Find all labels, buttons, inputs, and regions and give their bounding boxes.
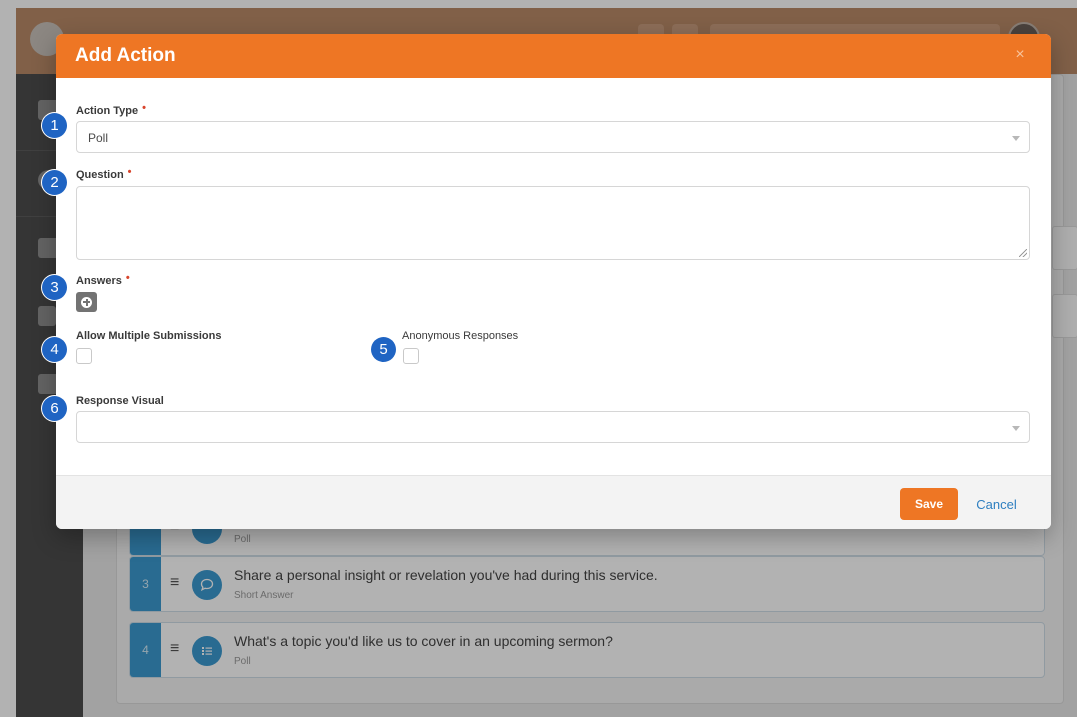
- add-action-dialog: Add Action × Action Type • Poll Question •…: [56, 34, 1051, 529]
- required-indicator: •: [125, 272, 130, 284]
- plus-circle-icon: [81, 296, 92, 308]
- allow-multiple-submissions-checkbox[interactable]: [76, 348, 92, 364]
- close-icon[interactable]: ×: [1011, 45, 1029, 65]
- screen: ▾ ≡ Poll 3 ≡ Share a personal insight o: [0, 0, 1077, 717]
- required-indicator: •: [142, 102, 146, 114]
- callout-badge: 1: [42, 113, 67, 138]
- label-text: Answers: [76, 275, 122, 287]
- response-visual-label: Response Visual: [76, 395, 164, 407]
- question-label: Question •: [76, 166, 132, 181]
- callout-badge: 2: [42, 170, 67, 195]
- response-visual-select[interactable]: [76, 411, 1030, 443]
- callout-badge: 3: [42, 275, 67, 300]
- anonymous-responses-label: Anonymous Responses: [402, 330, 519, 342]
- anonymous-responses-checkbox[interactable]: [403, 348, 419, 364]
- add-answer-button[interactable]: [76, 292, 97, 312]
- question-textarea[interactable]: [76, 186, 1030, 260]
- action-type-label: Action Type •: [76, 102, 146, 117]
- action-type-select[interactable]: Poll: [76, 121, 1030, 153]
- required-indicator: •: [127, 166, 132, 178]
- allow-multiple-submissions-label: Allow Multiple Submissions: [76, 330, 222, 342]
- callout-badge: 6: [42, 396, 67, 421]
- dialog-header: Add Action ×: [56, 34, 1051, 78]
- label-text: Action Type: [76, 105, 139, 117]
- callout-badge: 5: [371, 337, 396, 362]
- cancel-button[interactable]: Cancel: [969, 488, 1024, 520]
- chevron-down-icon: [1012, 136, 1020, 141]
- dialog-title: Add Action: [75, 45, 176, 66]
- answers-label: Answers •: [76, 272, 130, 287]
- resize-handle-icon[interactable]: [1019, 249, 1027, 257]
- label-text: Question: [76, 169, 124, 181]
- save-button[interactable]: Save: [900, 488, 958, 520]
- dialog-footer: Save Cancel: [56, 475, 1051, 529]
- chevron-down-icon: [1012, 426, 1020, 431]
- callout-badge: 4: [42, 337, 67, 362]
- action-type-value: Poll: [88, 131, 109, 145]
